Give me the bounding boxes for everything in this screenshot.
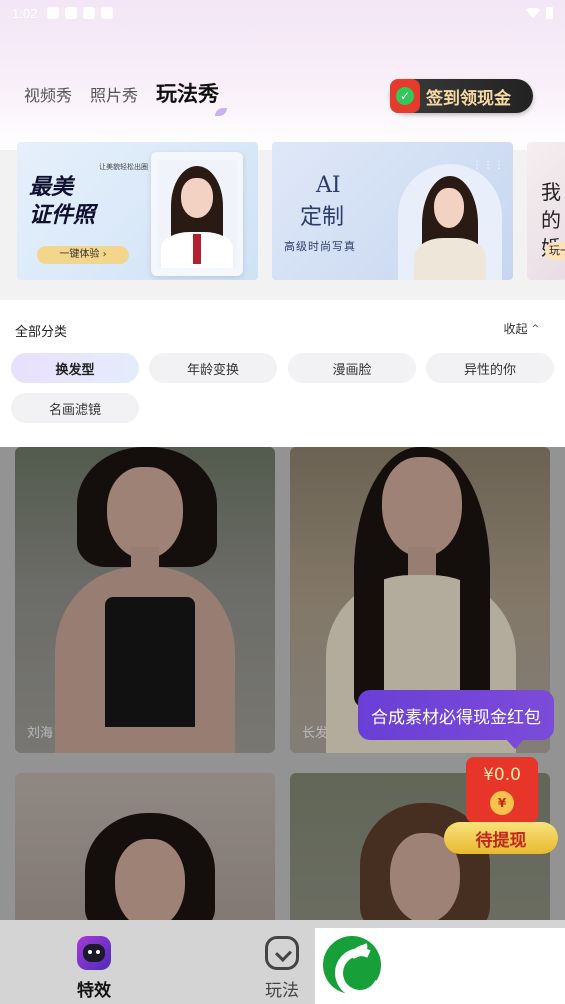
ai-portrait	[398, 164, 502, 280]
notification-icon	[65, 7, 78, 19]
effects-icon	[77, 936, 111, 970]
try-now-button[interactable]: 一键体验 ›	[37, 246, 129, 264]
banner-title: AI 定制	[300, 173, 345, 230]
promo-bubble[interactable]: 合成素材必得现金红包	[358, 690, 554, 749]
ad-banner[interactable]	[315, 928, 565, 1004]
chip-age-change[interactable]: 年龄变换	[149, 353, 277, 383]
banner-title: 最美 证件照	[29, 175, 96, 228]
nav-item-play[interactable]: 玩法	[252, 936, 312, 1001]
id-photo-portrait	[151, 152, 243, 276]
nav-label: 玩法	[265, 981, 299, 1001]
banner-ai-custom[interactable]: ⋮⋮⋮ AI 定制 高级时尚写真	[272, 142, 513, 280]
chip-opposite-gender[interactable]: 异性的你	[426, 353, 554, 383]
status-bar: 1:02	[0, 0, 565, 26]
chip-hairstyle[interactable]: 换发型	[11, 353, 139, 383]
tab-gameplay-show[interactable]: 玩法秀	[156, 78, 228, 116]
play-icon	[265, 936, 299, 970]
status-time: 1:02	[12, 5, 38, 21]
chip-painting-filter[interactable]: 名画滤镜	[11, 393, 139, 423]
red-packet-icon[interactable]: ¥0.0 ¥	[466, 757, 538, 823]
tab-video-show[interactable]: 视频秀	[24, 82, 72, 106]
category-header: 全部分类	[15, 325, 68, 340]
category-panel: 全部分类 收起 ^ 换发型 年龄变换 漫画脸 异性的你 名画滤镜	[0, 300, 565, 447]
leaf-logo-icon	[323, 936, 381, 994]
checkin-cash-button[interactable]: ✓ 签到领现金	[390, 79, 533, 113]
grid-dots-icon: ⋮⋮⋮	[472, 160, 505, 171]
nav-label: 特效	[77, 981, 111, 1001]
notification-icon	[101, 7, 114, 19]
banner-wedding[interactable]: 我的 婚 玩一	[527, 142, 565, 280]
notification-icon	[47, 7, 60, 19]
nav-item-effects[interactable]: 特效	[64, 936, 124, 1001]
try-button[interactable]: 玩一	[545, 242, 565, 260]
withdraw-button[interactable]: 待提现	[444, 822, 558, 854]
chevron-up-icon: ^	[531, 324, 539, 334]
download-icon	[83, 7, 96, 19]
battery-icon	[546, 7, 553, 19]
chip-comic-face[interactable]: 漫画脸	[288, 353, 416, 383]
banner-id-photo[interactable]: 让美貌轻松出圈 最美 证件照 一键体验 ›	[17, 142, 258, 280]
collapse-button[interactable]: 收起 ^	[503, 320, 539, 337]
tab-photo-show[interactable]: 照片秀	[90, 82, 138, 106]
top-tabs: 视频秀 照片秀 玩法秀	[24, 78, 228, 116]
banner-subtitle: 让美貌轻松出圈	[99, 163, 148, 171]
wallet-icon: ✓	[390, 79, 420, 113]
checkin-label: 签到领现金	[426, 88, 511, 109]
banner-subtitle: 高级时尚写真	[284, 240, 356, 253]
red-packet-amount: ¥0.0	[483, 765, 521, 785]
wifi-icon	[526, 7, 540, 19]
banner-carousel[interactable]: 让美貌轻松出圈 最美 证件照 一键体验 › ⋮⋮⋮ AI 定制 高级时尚写真 我…	[17, 142, 565, 280]
coin-icon: ¥	[490, 791, 514, 815]
